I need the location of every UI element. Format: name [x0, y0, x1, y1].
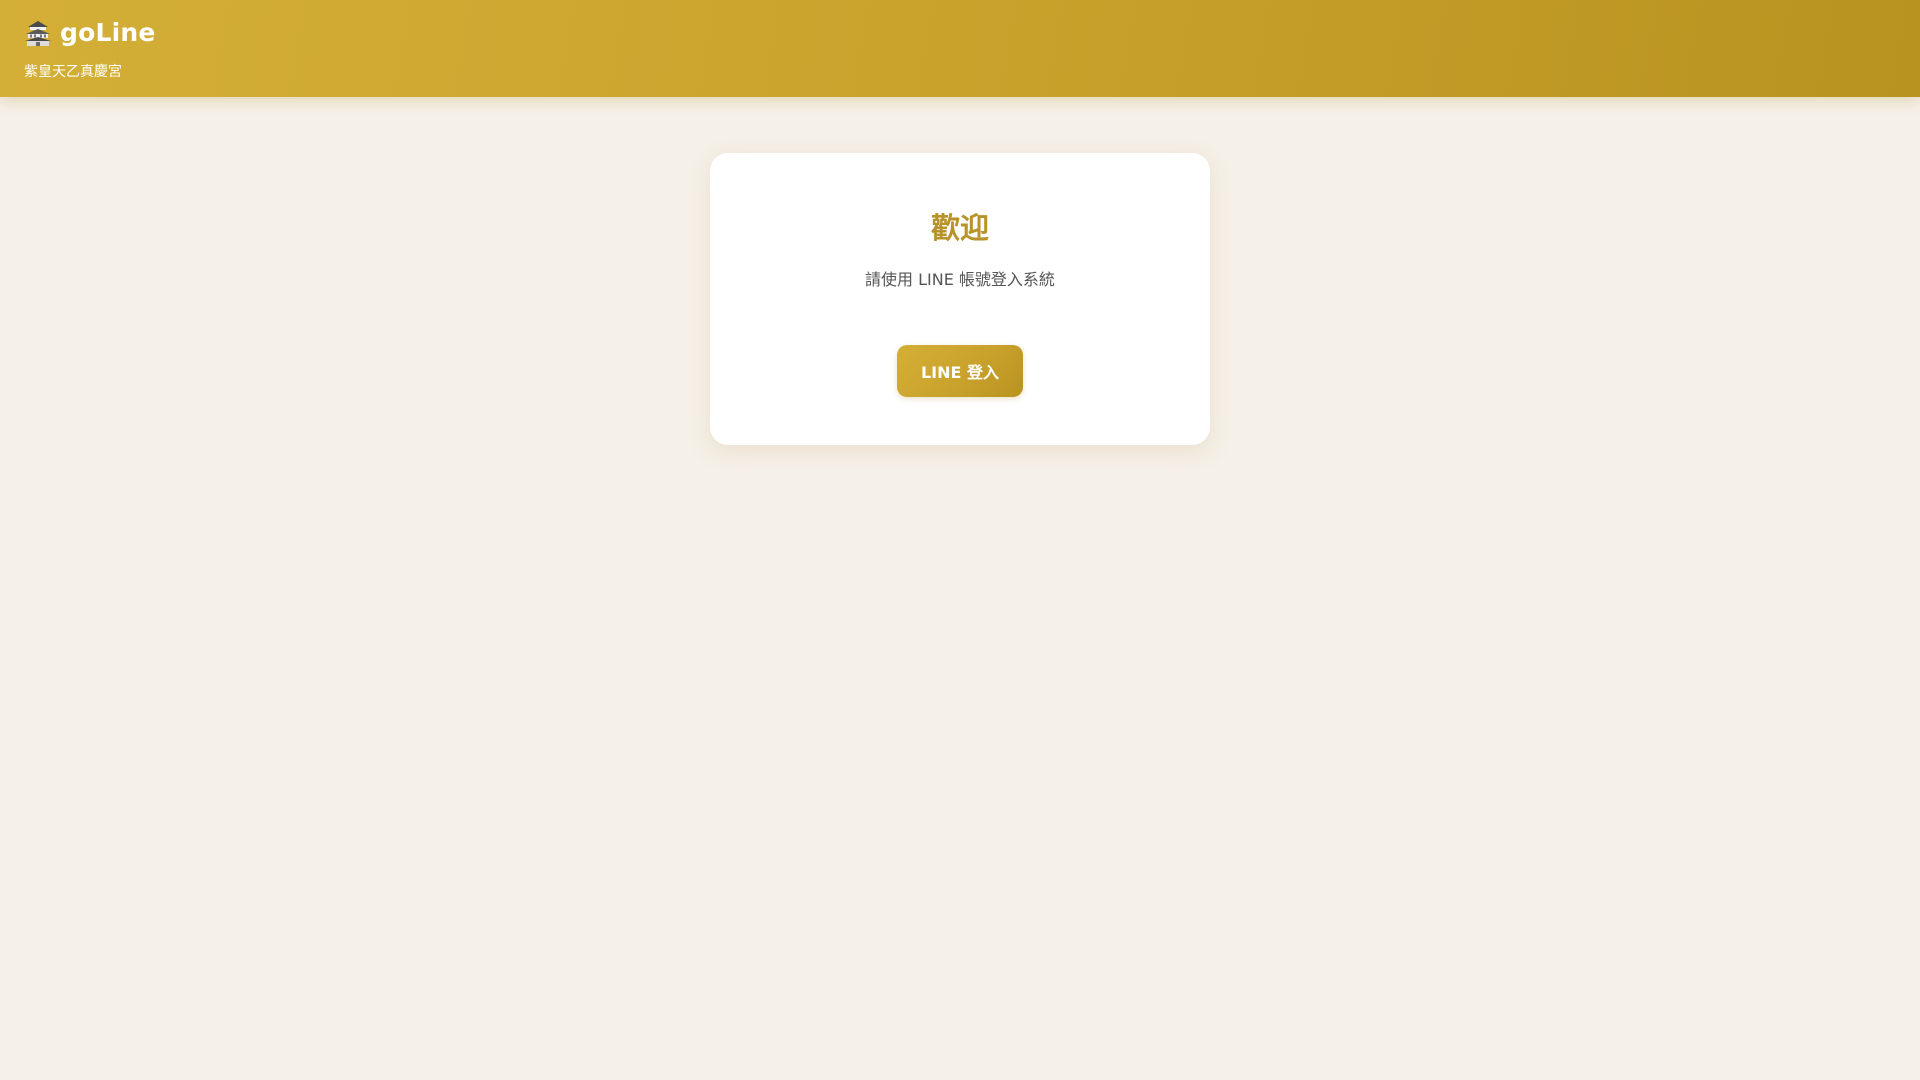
login-description: 請使用 LINE 帳號登入系統 [865, 270, 1055, 289]
brand[interactable]: goLine [24, 18, 156, 47]
line-login-button[interactable]: LINE 登入 [897, 345, 1023, 397]
welcome-title: 歡迎 [930, 211, 989, 245]
top-header: goLine 紫皇天乙真慶宮 [0, 0, 1920, 97]
login-card: 歡迎 請使用 LINE 帳號登入系統 LINE 登入 [710, 153, 1210, 445]
temple-icon [24, 19, 52, 47]
app-title: goLine [60, 18, 156, 47]
app-subtitle: 紫皇天乙真慶宮 [24, 64, 122, 80]
